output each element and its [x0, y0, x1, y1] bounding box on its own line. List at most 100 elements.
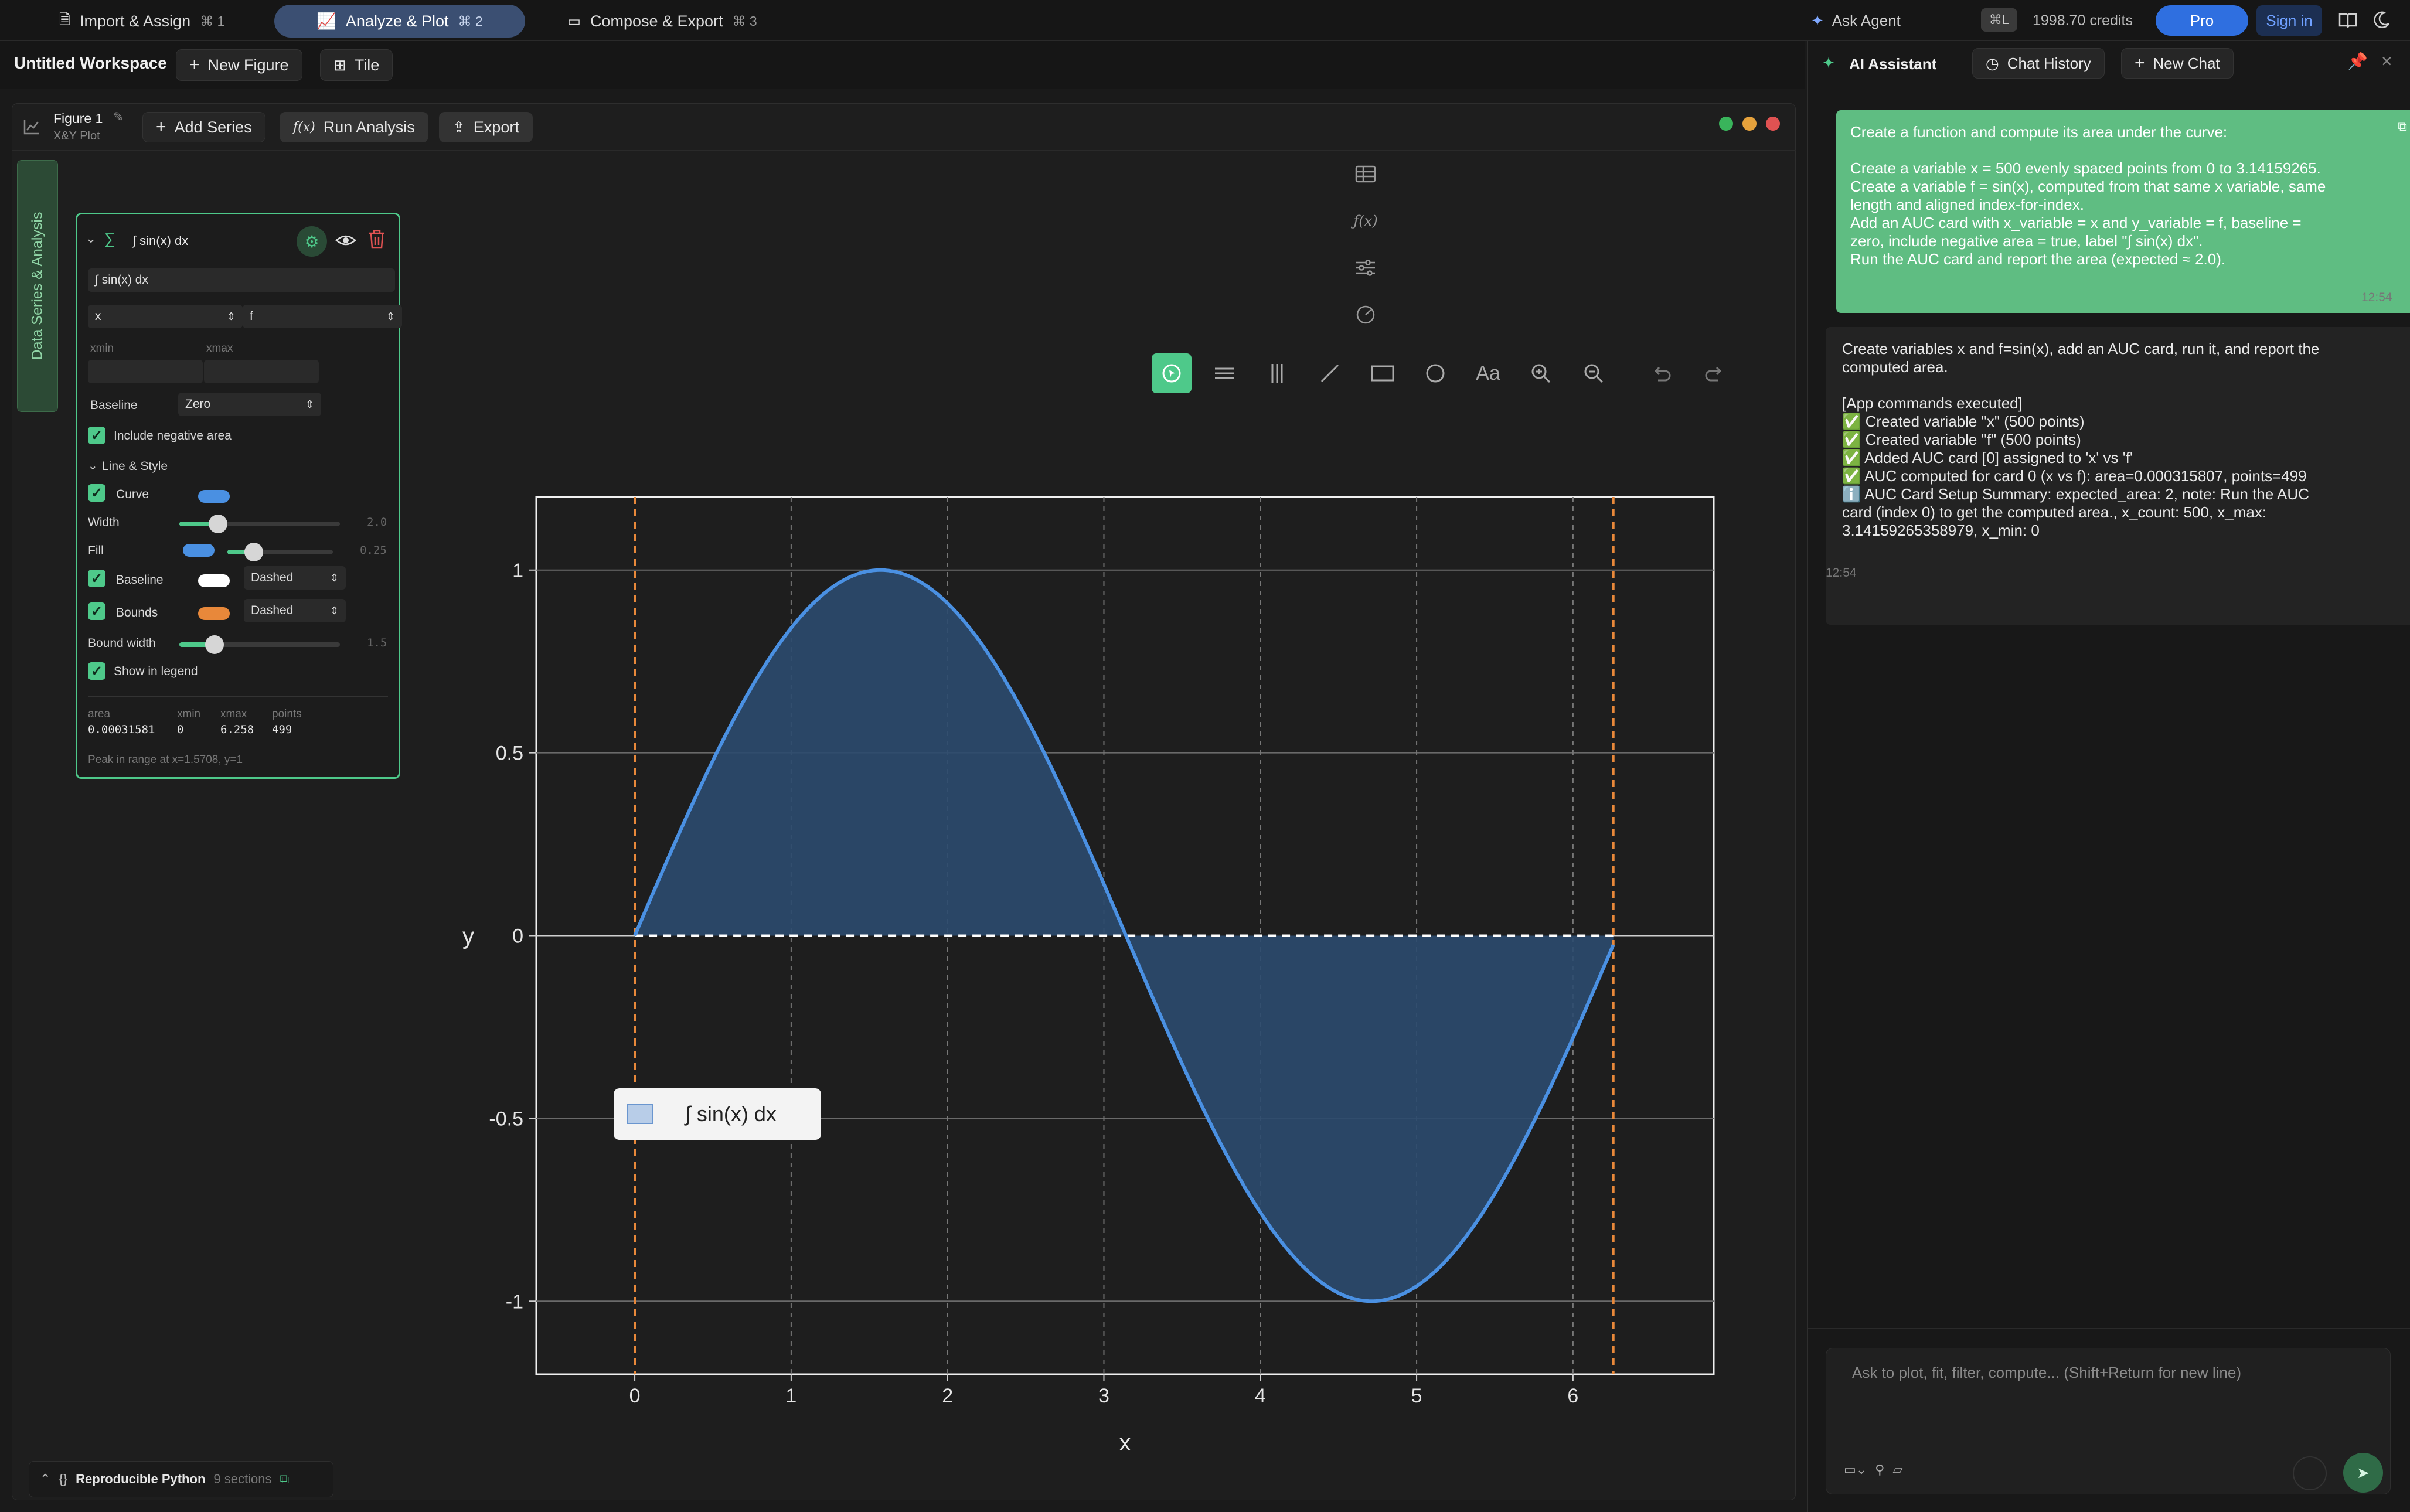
width-value: 2.0: [367, 516, 387, 529]
assistant-message-body: Create variables x and f=sin(x), add an …: [1842, 340, 2410, 540]
gear-icon[interactable]: ⚙: [297, 226, 327, 257]
message-line: Create variables x and f=sin(x), add an …: [1842, 340, 2320, 357]
window-dot-yellow[interactable]: [1742, 117, 1757, 131]
bounds-color-swatch[interactable]: [198, 607, 230, 620]
x-tick-label: 4: [1255, 1385, 1266, 1407]
pencil-icon[interactable]: ✎: [113, 110, 124, 125]
figure-title[interactable]: Figure 1: [53, 111, 103, 127]
tab-compose-export[interactable]: ▭ Compose & Export ⌘ 3: [551, 5, 774, 38]
width-label: Width: [88, 516, 120, 529]
folder-icon[interactable]: ▱: [1892, 1462, 1902, 1477]
bounds-style-select[interactable]: Dashed ⇕: [244, 599, 346, 622]
baseline-checkbox[interactable]: ✓: [88, 570, 105, 587]
tile-button[interactable]: ⊞ Tile: [320, 49, 393, 81]
updown-icon: ⇕: [226, 310, 236, 322]
copy-icon[interactable]: ⧉: [280, 1472, 289, 1487]
xmin-label: xmin: [90, 342, 114, 355]
baseline-value: Zero: [185, 397, 211, 411]
function-icon[interactable]: ƒ(x): [1348, 203, 1383, 239]
send-button[interactable]: ➤: [2343, 1453, 2383, 1493]
sliders-icon[interactable]: [1348, 250, 1383, 285]
updown-icon: ⇕: [329, 604, 339, 617]
fill-color-swatch[interactable]: [183, 544, 215, 557]
tab-import-assign[interactable]: 🗎 Import & Assign ⌘ 1: [54, 5, 230, 38]
show-legend-checkbox[interactable]: ✓: [88, 662, 105, 680]
bounds-checkbox[interactable]: ✓: [88, 602, 105, 620]
sign-in-button[interactable]: Sign in: [2256, 5, 2322, 36]
table-icon[interactable]: [1348, 156, 1383, 192]
export-button[interactable]: ⇪ Export: [439, 112, 533, 142]
new-chat-button[interactable]: + New Chat: [2121, 48, 2234, 79]
assistant-message-time: 12:54: [1826, 566, 1857, 580]
baseline-color-swatch[interactable]: [198, 574, 230, 587]
window-dot-green[interactable]: [1719, 117, 1733, 131]
close-icon[interactable]: ×: [2381, 50, 2392, 72]
message-line: [App commands executed]: [1842, 394, 2023, 412]
curve-checkbox[interactable]: ✓: [88, 484, 105, 502]
width-slider[interactable]: [179, 515, 340, 533]
new-figure-label: New Figure: [207, 56, 289, 74]
y-variable-select[interactable]: f ⇕: [243, 305, 402, 328]
workspace-bar: Untitled Workspace + New Figure ⊞ Tile: [0, 41, 1805, 89]
ask-agent-button[interactable]: ✦ Ask Agent: [1811, 6, 1975, 35]
copy-icon[interactable]: ⧉: [2398, 117, 2407, 135]
legend-swatch: [627, 1104, 653, 1124]
x-tick-label: 3: [1098, 1385, 1109, 1407]
xmax-input[interactable]: [204, 360, 319, 383]
bound-width-slider[interactable]: [179, 635, 340, 654]
input-tools: ▭⌄ ⚲ ▱: [1844, 1462, 1902, 1477]
trash-icon[interactable]: [367, 229, 387, 253]
braces-icon: {}: [59, 1472, 68, 1486]
tab-analyze-plot[interactable]: 📈 Analyze & Plot ⌘ 2: [274, 5, 525, 38]
chat-history-button[interactable]: ◷ Chat History: [1972, 48, 2105, 79]
run-analysis-button[interactable]: f(x) Run Analysis: [280, 112, 428, 142]
x-tick-label: 2: [942, 1385, 953, 1407]
y-tick-label: -1: [506, 1290, 523, 1313]
fill-slider-knob[interactable]: [244, 543, 263, 561]
xmin-input[interactable]: [88, 360, 203, 383]
reproducible-python-bar[interactable]: ⌃ {} Reproducible Python 9 sections ⧉: [29, 1461, 333, 1497]
add-series-button[interactable]: + Add Series: [142, 112, 265, 142]
chart-icon: [23, 118, 40, 138]
chart-legend[interactable]: ∫ sin(x) dx: [614, 1088, 821, 1140]
export-label: Export: [473, 118, 519, 136]
data-series-analysis-tab[interactable]: Data Series & Analysis: [17, 160, 58, 412]
divider: [88, 696, 388, 697]
chevron-down-icon[interactable]: ⌄: [88, 458, 98, 473]
fill-slider[interactable]: [227, 543, 333, 561]
plus-icon: +: [189, 55, 200, 74]
chevron-down-icon[interactable]: ⌄: [86, 231, 96, 246]
fill-label: Fill: [88, 544, 104, 557]
ask-agent-label: Ask Agent: [1832, 11, 1901, 29]
gauge-icon[interactable]: [1348, 297, 1383, 332]
stat-xmin-value: 0: [177, 723, 184, 736]
y-tick-label: -0.5: [489, 1108, 523, 1130]
new-figure-button[interactable]: + New Figure: [176, 49, 302, 81]
x-variable-select[interactable]: x ⇕: [88, 305, 243, 328]
model-select-icon[interactable]: ▭⌄: [1844, 1462, 1867, 1477]
pro-button[interactable]: Pro: [2156, 5, 2248, 36]
pin-icon[interactable]: 📌: [2347, 52, 2368, 71]
window-dot-red[interactable]: [1766, 117, 1780, 131]
width-slider-knob[interactable]: [208, 515, 227, 533]
chart-svg[interactable]: 1 0.5 0 -0.5 -1 0 1 2 3 4 5 6 x y: [427, 151, 1753, 1487]
message-line: ✅ Created variable "f" (500 points): [1842, 431, 2081, 448]
bound-width-slider-knob[interactable]: [205, 635, 224, 654]
eye-icon[interactable]: [335, 230, 356, 254]
message-line: card (index 0) to get the computed area.…: [1842, 503, 2267, 521]
baseline-select[interactable]: Zero ⇕: [178, 393, 321, 416]
moon-icon[interactable]: [2370, 8, 2394, 32]
message-line: 3.14159265358979, x_min: 0: [1842, 522, 2040, 539]
sigma-icon: ∑: [104, 230, 115, 247]
curve-color-swatch[interactable]: [198, 490, 230, 503]
top-bar: 🗎 Import & Assign ⌘ 1 📈 Analyze & Plot ⌘…: [0, 0, 2410, 41]
y-axis-label: y: [462, 924, 474, 949]
series-label-input[interactable]: ∫ sin(x) dx: [88, 268, 395, 292]
chat-input-box[interactable]: Ask to plot, fit, filter, compute... (Sh…: [1826, 1348, 2391, 1494]
book-icon[interactable]: [2336, 8, 2360, 32]
paperclip-icon[interactable]: ⚲: [1875, 1462, 1884, 1477]
baseline-style-select[interactable]: Dashed ⇕: [244, 566, 346, 590]
include-negative-checkbox[interactable]: ✓: [88, 427, 105, 444]
sidebar-tab-label: Data Series & Analysis: [29, 212, 46, 360]
figure-panel: Figure 1 ✎ X&Y Plot + Add Series f(x) Ru…: [12, 103, 1796, 1500]
